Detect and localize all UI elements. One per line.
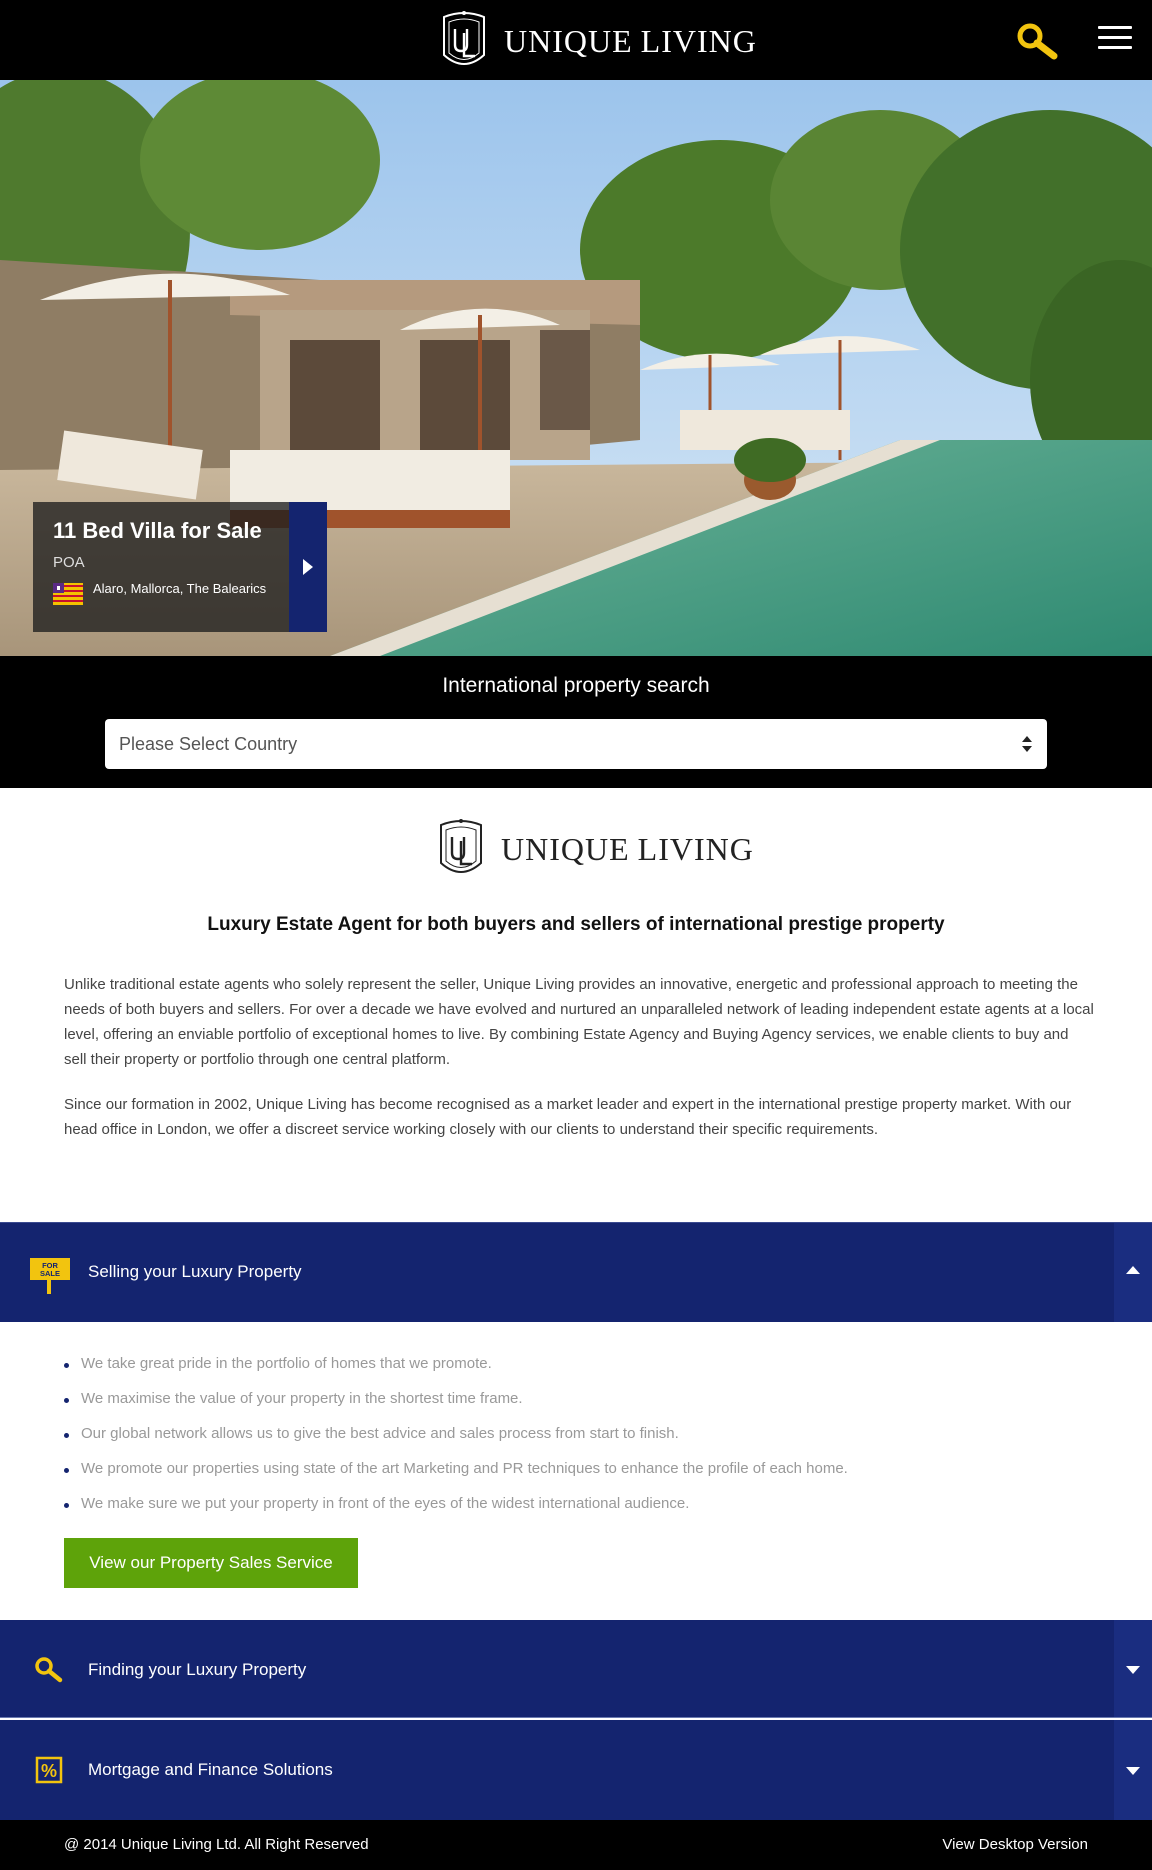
search-icon: [35, 1657, 63, 1683]
menu-bar: [1098, 26, 1132, 29]
chevron-down-icon: [1126, 1767, 1140, 1775]
accordion-finding-toggle[interactable]: [1114, 1620, 1152, 1717]
accordion-finding[interactable]: Finding your Luxury Property: [0, 1620, 1152, 1718]
intro-paragraph-2: Since our formation in 2002, Unique Livi…: [64, 1096, 1072, 1138]
chevron-down-icon: [1126, 1666, 1140, 1674]
featured-property-card[interactable]: 11 Bed Villa for Sale POA Alaro, Mallorc…: [33, 502, 289, 632]
site-footer: @ 2014 Unique Living Ltd. All Right Rese…: [0, 1820, 1152, 1870]
brand-word-2: Living: [640, 22, 757, 59]
list-item: We take great pride in the portfolio of …: [64, 1352, 848, 1387]
property-location-text: Alaro, Mallorca, The Balearics: [93, 581, 267, 596]
accordion-mortgage-label: Mortgage and Finance Solutions: [88, 1760, 333, 1779]
list-item: We promote our properties using state of…: [64, 1457, 848, 1492]
accordion-selling[interactable]: FOR SALE Selling your Luxury Property: [0, 1222, 1152, 1322]
hero-image-villa[interactable]: 11 Bed Villa for Sale POA Alaro, Mallorc…: [0, 80, 1152, 656]
brand-logo-secondary: Unique Living: [437, 818, 754, 880]
hero-next-button[interactable]: [289, 502, 327, 632]
crest-logo-icon: [443, 11, 485, 65]
view-sales-service-button[interactable]: View our Property Sales Service: [64, 1538, 358, 1588]
list-item: Our global network allows us to give the…: [64, 1422, 848, 1457]
property-search-section: International property search Please Sel…: [0, 656, 1152, 788]
brand-word-2: Living: [637, 830, 754, 867]
chevron-right-icon: [303, 559, 313, 575]
brand-word-1: Unique: [501, 830, 630, 867]
site-header: Unique Living: [0, 0, 1152, 80]
search-icon[interactable]: [1016, 22, 1060, 62]
percent-icon: %: [35, 1756, 63, 1784]
for-sale-sign-icon: FOR SALE: [30, 1258, 70, 1294]
brand-name: Unique Living: [504, 23, 757, 60]
intro-paragraph-1: Unlike traditional estate agents who sol…: [64, 976, 1094, 1068]
intro-tagline: Luxury Estate Agent for both buyers and …: [207, 914, 945, 935]
mallorca-flag-icon: [53, 583, 83, 605]
accordion-mortgage-toggle[interactable]: [1114, 1720, 1152, 1820]
select-arrows-icon: [1022, 736, 1032, 752]
selling-benefits-list: We take great pride in the portfolio of …: [64, 1352, 848, 1527]
copyright-text: @ 2014 Unique Living Ltd. All Right Rese…: [64, 1836, 369, 1853]
country-select-value: Please Select Country: [119, 733, 298, 754]
brand-word-1: Unique: [504, 22, 633, 59]
menu-bar: [1098, 36, 1132, 39]
list-item: We make sure we put your property in fro…: [64, 1492, 848, 1527]
property-location: Alaro, Mallorca, The Balearics: [53, 581, 269, 605]
search-title: International property search: [442, 674, 710, 697]
for-sale-text-line-2: SALE: [40, 1269, 60, 1278]
country-select[interactable]: Please Select Country: [105, 719, 1047, 769]
view-desktop-link[interactable]: View Desktop Version: [942, 1836, 1088, 1853]
list-item: We maximise the value of your property i…: [64, 1387, 848, 1422]
hamburger-menu-icon[interactable]: [1098, 26, 1132, 52]
accordion-selling-label: Selling your Luxury Property: [88, 1262, 302, 1281]
chevron-up-icon: [1126, 1266, 1140, 1274]
crest-logo-icon: [440, 819, 482, 873]
brand-logo[interactable]: Unique Living: [440, 10, 757, 72]
menu-bar: [1098, 46, 1132, 49]
property-title: 11 Bed Villa for Sale: [53, 518, 262, 543]
accordion-mortgage[interactable]: % Mortgage and Finance Solutions: [0, 1720, 1152, 1820]
accordion-finding-label: Finding your Luxury Property: [88, 1660, 307, 1679]
accordion-selling-toggle[interactable]: [1114, 1223, 1152, 1322]
brand-name: Unique Living: [501, 831, 754, 868]
property-price: POA: [53, 554, 85, 571]
percent-symbol: %: [41, 1761, 57, 1781]
